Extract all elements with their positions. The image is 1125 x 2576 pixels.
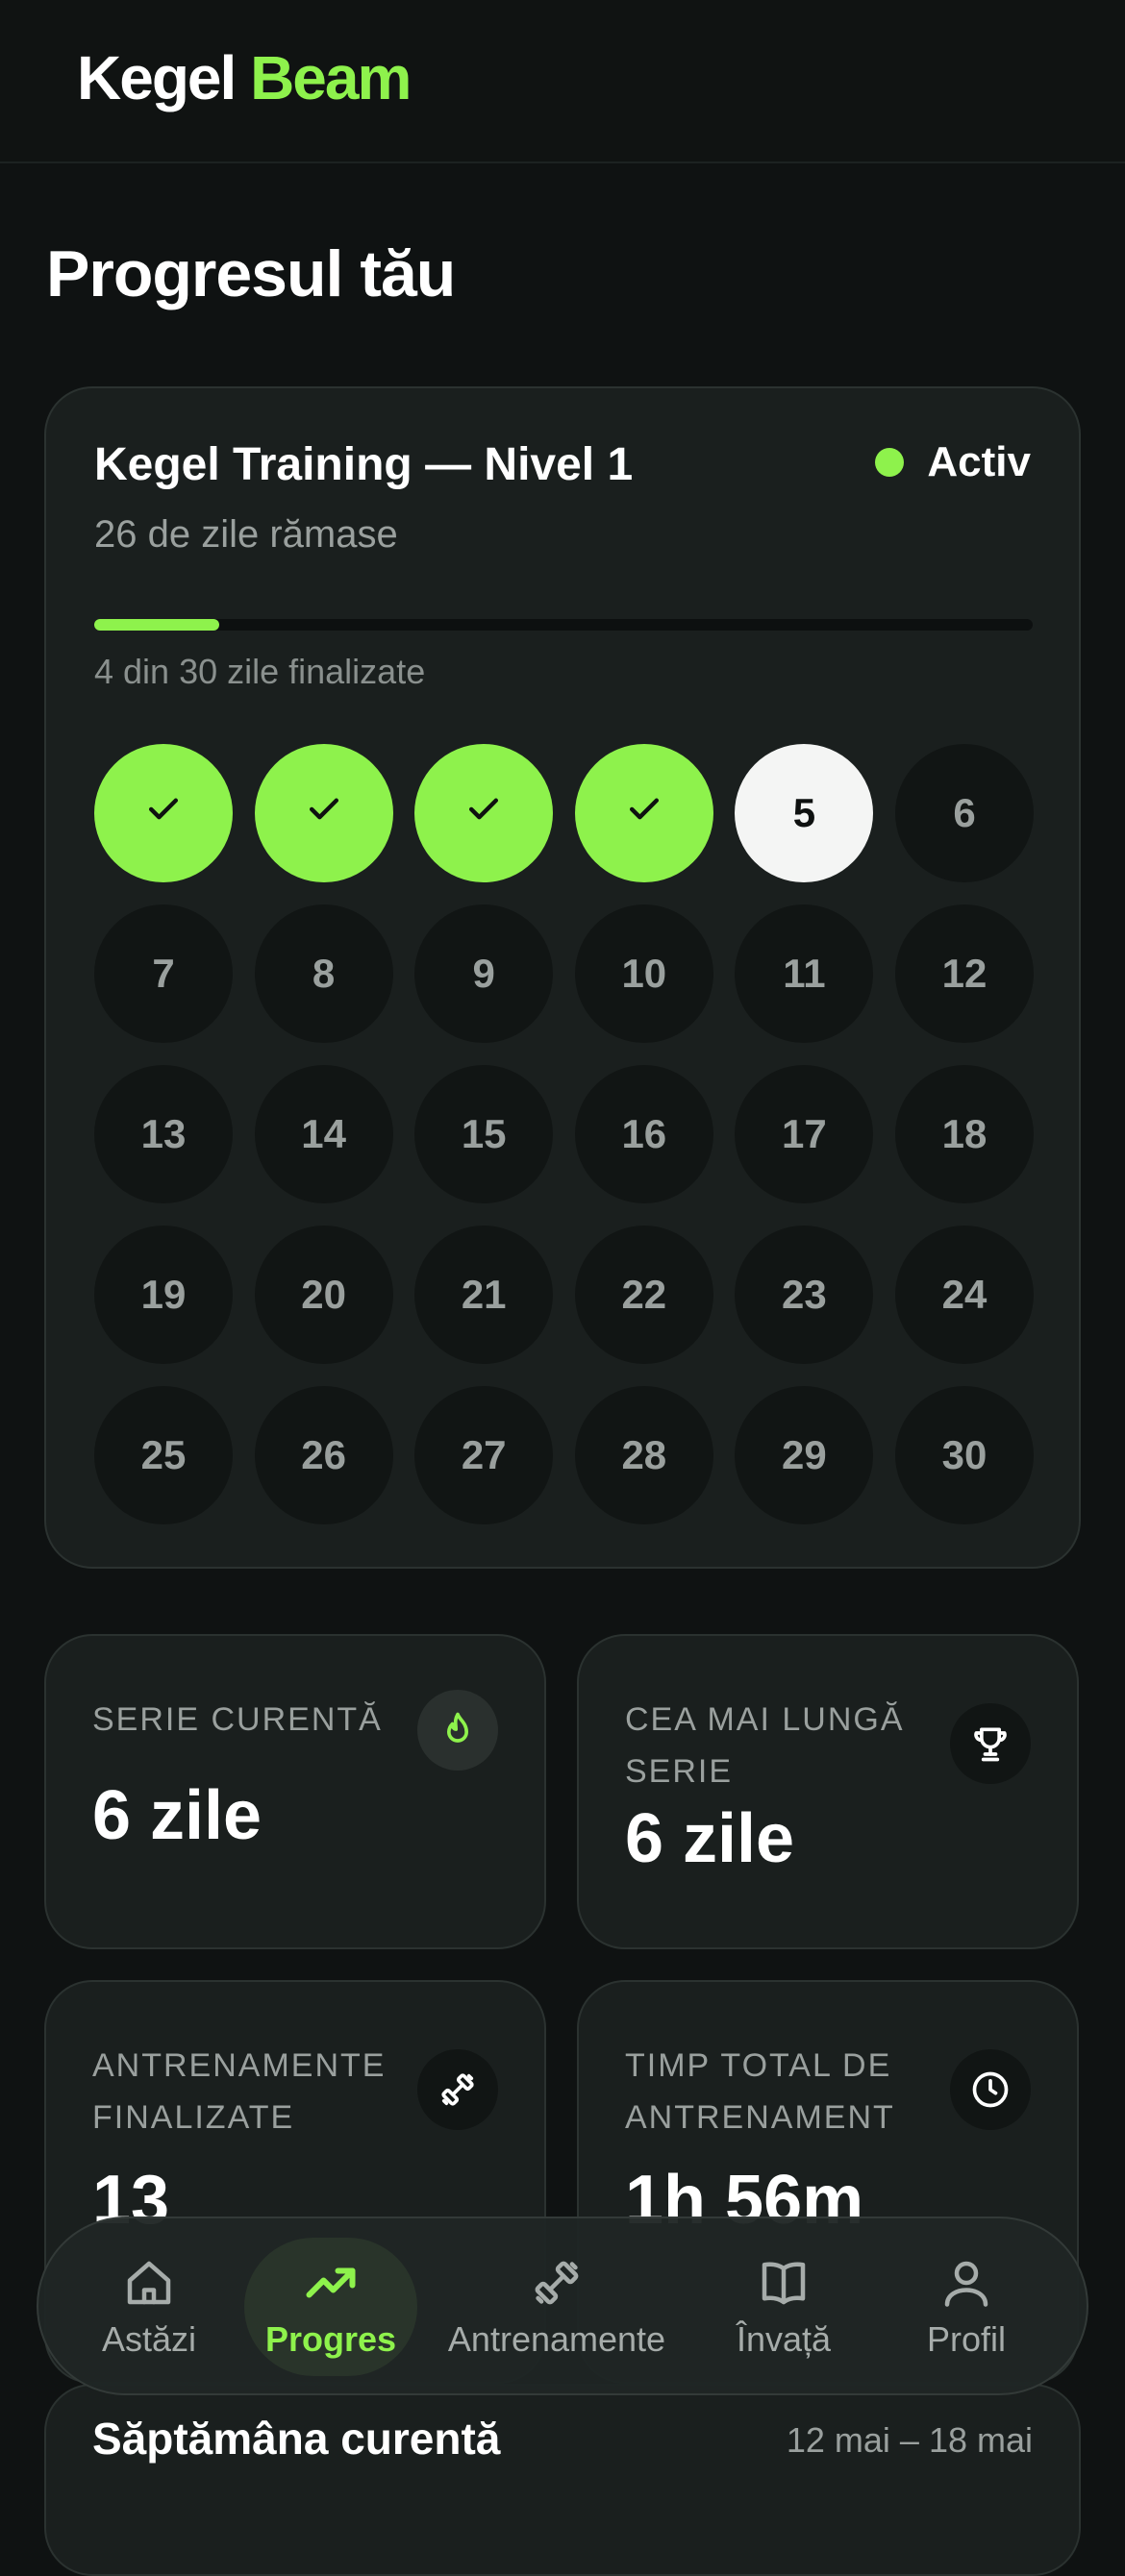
stat-label: TIMP TOTAL DE ANTRENAMENT <box>625 2047 895 2136</box>
day-circle[interactable]: 25 <box>94 1386 233 1524</box>
stat-label: CEA MAI LUNGĂ SERIE <box>625 1701 905 1790</box>
logo-word-kegel: Kegel <box>77 43 237 112</box>
progress-bar-fill <box>94 619 219 631</box>
app-logo: Kegel Beam <box>77 42 412 113</box>
day-circle-completed[interactable] <box>254 744 393 882</box>
day-circle[interactable]: 22 <box>574 1226 713 1364</box>
flame-icon <box>417 1690 498 1771</box>
tab-astazi[interactable]: Astăzi <box>77 2238 221 2376</box>
tab-progres[interactable]: Progres <box>244 2238 417 2376</box>
day-circle[interactable]: 17 <box>735 1065 874 1203</box>
tab-label: Antrenamente <box>447 2319 666 2359</box>
day-circle[interactable]: 11 <box>735 904 874 1043</box>
day-circle[interactable]: 27 <box>414 1386 554 1524</box>
day-circle[interactable]: 24 <box>895 1226 1034 1364</box>
trend-up-icon <box>306 2267 356 2298</box>
dumbbell-icon <box>535 2261 579 2305</box>
program-card[interactable]: Kegel Training — Nivel 1 26 de zile răma… <box>44 386 1081 1569</box>
day-circle[interactable]: 9 <box>414 904 554 1043</box>
stat-label: SERIE CURENTĂ <box>92 1701 383 1738</box>
tab-antrenamente[interactable]: Antrenamente <box>437 2238 677 2376</box>
status-badge: Activ <box>875 438 1031 486</box>
day-circle[interactable]: 26 <box>254 1386 393 1524</box>
day-circle[interactable]: 13 <box>94 1065 233 1203</box>
clock-icon <box>950 2049 1031 2130</box>
day-circle-completed[interactable] <box>574 744 713 882</box>
tab-label: Învață <box>736 2319 832 2359</box>
logo-word-beam: Beam <box>250 43 412 112</box>
page-title: Progresul tău <box>46 237 456 310</box>
day-circle[interactable]: 15 <box>414 1065 554 1203</box>
home-icon <box>127 2261 171 2305</box>
section-title: Săptămâna curentă <box>92 2414 501 2464</box>
tab-label: Profil <box>926 2319 1007 2359</box>
stat-card-current-streak: SERIE CURENTĂ 6 zile <box>44 1634 546 1949</box>
day-circle[interactable]: 20 <box>254 1226 393 1364</box>
tab-label: Progres <box>264 2319 397 2359</box>
checkmark-icon <box>623 787 665 839</box>
day-circle[interactable]: 14 <box>254 1065 393 1203</box>
app-header: Kegel Beam <box>0 0 1125 163</box>
progress-bar <box>94 619 1033 631</box>
current-week-card: Săptămâna curentă 12 mai – 18 mai <box>44 2384 1081 2576</box>
checkmark-icon <box>303 787 345 839</box>
day-circle[interactable]: 21 <box>414 1226 554 1364</box>
day-circle-current[interactable]: 5 <box>735 744 874 882</box>
book-icon <box>762 2262 806 2305</box>
day-circle[interactable]: 16 <box>574 1065 713 1203</box>
status-label: Activ <box>927 438 1031 485</box>
checkmark-icon <box>142 787 185 839</box>
day-circle[interactable]: 8 <box>254 904 393 1043</box>
tab-profil[interactable]: Profil <box>885 2238 1048 2376</box>
program-remaining: 26 de zile rămase <box>94 513 398 556</box>
stat-card-longest-streak: CEA MAI LUNGĂ SERIE 6 zile <box>577 1634 1079 1949</box>
day-circle[interactable]: 7 <box>94 904 233 1043</box>
day-circle[interactable]: 29 <box>735 1386 874 1524</box>
tab-label: Astăzi <box>101 2319 197 2359</box>
tab-invata[interactable]: Învață <box>702 2238 865 2376</box>
progress-text: 4 din 30 zile finalizate <box>94 652 426 691</box>
day-circle[interactable]: 10 <box>574 904 713 1043</box>
day-circle[interactable]: 28 <box>574 1386 713 1524</box>
user-icon <box>944 2261 988 2307</box>
day-circle[interactable]: 18 <box>895 1065 1034 1203</box>
dumbbell-icon <box>417 2049 498 2130</box>
stat-value: 6 zile <box>625 1800 795 1877</box>
day-circle[interactable]: 19 <box>94 1226 233 1364</box>
section-date-range: 12 mai – 18 mai <box>786 2420 1033 2460</box>
checkmark-icon <box>462 787 505 839</box>
day-circle-completed[interactable] <box>94 744 233 882</box>
bottom-tab-bar: Astăzi Progres Antrenamente Învață Profi… <box>37 2217 1088 2395</box>
day-circle[interactable]: 12 <box>895 904 1034 1043</box>
stat-label: ANTRENAMENTE FINALIZATE <box>92 2047 387 2136</box>
day-circle[interactable]: 23 <box>735 1226 874 1364</box>
program-title: Kegel Training — Nivel 1 <box>94 439 634 490</box>
day-circle[interactable]: 30 <box>895 1386 1034 1524</box>
day-circle[interactable]: 6 <box>895 744 1034 882</box>
status-dot-icon <box>875 448 905 477</box>
trophy-icon <box>950 1703 1031 1784</box>
stat-value: 6 zile <box>92 1777 262 1854</box>
day-circle-completed[interactable] <box>414 744 554 882</box>
